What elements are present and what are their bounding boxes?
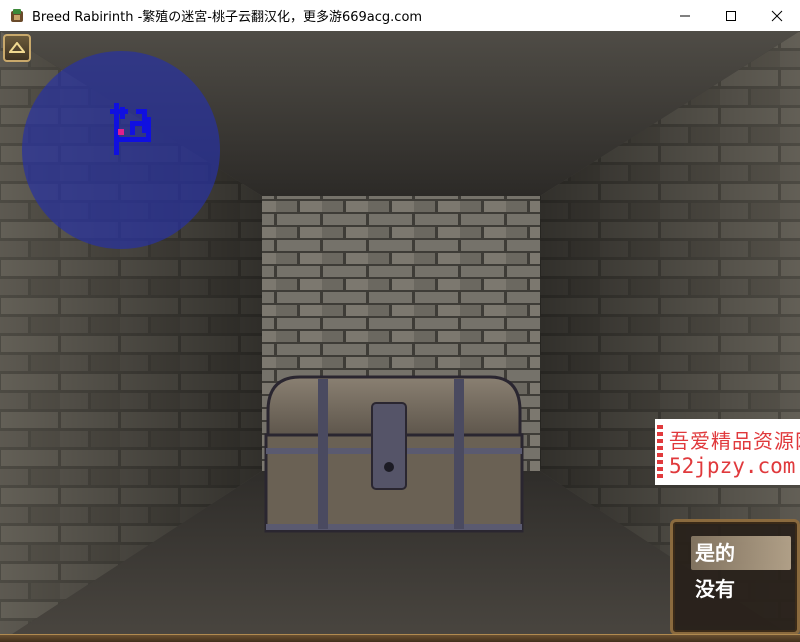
minimap	[22, 51, 220, 249]
maximize-button[interactable]	[708, 0, 754, 31]
minimap-path	[110, 103, 151, 155]
close-button[interactable]	[754, 0, 800, 31]
maximize-icon	[726, 10, 736, 21]
window-title: Breed Rabirinth -繁殖の迷宮-桃子云翻汉化，更多游669acg.…	[32, 10, 423, 25]
bottom-frame	[0, 634, 800, 642]
choice-window: 是的 没有	[670, 519, 800, 635]
choice-yes[interactable]: 是的	[691, 536, 791, 570]
watermark-badge: 吾爱精品资源网 52jpzy.com	[655, 419, 800, 485]
watermark-url: 52jpzy.com	[669, 454, 796, 478]
minimize-button[interactable]	[662, 0, 708, 31]
close-icon	[771, 10, 783, 21]
choice-no[interactable]: 没有	[691, 572, 791, 606]
app-icon	[9, 8, 25, 24]
watermark-stripe	[657, 425, 663, 479]
game-viewport[interactable]: 吾爱精品资源网 52jpzy.com 是的 没有	[0, 31, 800, 642]
minimize-icon	[680, 15, 690, 16]
treasure-chest	[264, 375, 524, 533]
window-titlebar: Breed Rabirinth -繁殖の迷宮-桃子云翻汉化，更多游669acg.…	[0, 0, 800, 32]
watermark-title: 吾爱精品资源网	[669, 429, 800, 453]
